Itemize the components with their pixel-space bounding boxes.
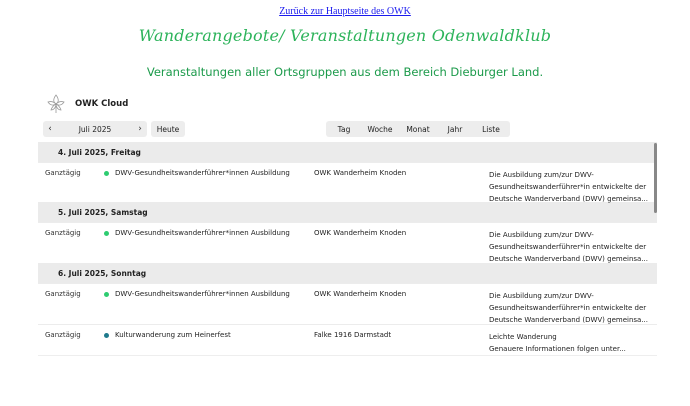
description-line: Die Ausbildung zum/zur DWV-: [489, 171, 594, 179]
event-color-dot-icon: [104, 292, 109, 297]
day-header: 5. Juli 2025, Samstag: [38, 202, 657, 222]
view-year-button[interactable]: Jahr: [438, 121, 472, 137]
event-row[interactable]: Ganztägig DWV-Gesundheitswanderführer*in…: [38, 222, 657, 263]
description-line: Gesundheitswanderführer*in entwickelte d…: [489, 243, 647, 251]
event-time: Ganztägig: [45, 229, 81, 237]
chevron-left-icon[interactable]: ‹: [43, 124, 57, 134]
event-time: Ganztägig: [45, 331, 81, 339]
scrollbar-thumb[interactable]: [654, 143, 657, 213]
calendar-name: OWK Cloud: [75, 99, 129, 109]
event-list[interactable]: 4. Juli 2025, Freitag Ganztägig DWV-Gesu…: [38, 142, 657, 356]
view-day-button[interactable]: Tag: [326, 121, 362, 137]
event-description: Die Ausbildung zum/zur DWV- Gesundheitsw…: [489, 290, 652, 326]
event-title[interactable]: Kulturwanderung zum Heinerfest: [115, 331, 231, 339]
description-line: Deutsche Wanderverband (DWV) gemeinsa...: [489, 195, 648, 203]
description-line: Leichte Wanderung: [489, 333, 557, 341]
calendar-header: OWK Cloud: [45, 92, 128, 116]
event-location: OWK Wanderheim Knoden: [314, 169, 407, 177]
view-list-button[interactable]: Liste: [472, 121, 510, 137]
event-description: Leichte Wanderung Genauere Informationen…: [489, 331, 652, 355]
event-description: Die Ausbildung zum/zur DWV- Gesundheitsw…: [489, 169, 652, 205]
view-month-button[interactable]: Monat: [398, 121, 438, 137]
event-title[interactable]: DWV-Gesundheitswanderführer*innen Ausbil…: [115, 290, 290, 298]
event-color-dot-icon: [104, 231, 109, 236]
event-location: Falke 1916 Darmstadt: [314, 331, 392, 339]
event-location: OWK Wanderheim Knoden: [314, 290, 407, 298]
event-color-dot-icon: [104, 333, 109, 338]
description-line: Gesundheitswanderführer*in entwickelte d…: [489, 304, 647, 312]
description-line: Die Ausbildung zum/zur DWV-: [489, 292, 594, 300]
event-row[interactable]: Ganztägig Kulturwanderung zum Heinerfest…: [38, 324, 657, 355]
page-subtitle: Veranstaltungen aller Ortsgruppen aus de…: [146, 65, 544, 79]
event-time: Ganztägig: [45, 290, 81, 298]
today-button[interactable]: Heute: [151, 121, 185, 137]
description-line: Gesundheitswanderführer*in entwickelte d…: [489, 183, 647, 191]
event-title[interactable]: DWV-Gesundheitswanderführer*innen Ausbil…: [115, 229, 290, 237]
description-line: Die Ausbildung zum/zur DWV-: [489, 231, 594, 239]
day-header: 4. Juli 2025, Freitag: [38, 142, 657, 162]
day-header: 6. Juli 2025, Sonntag: [38, 263, 657, 283]
event-row[interactable]: Ganztägig DWV-Gesundheitswanderführer*in…: [38, 283, 657, 324]
event-color-dot-icon: [104, 171, 109, 176]
view-week-button[interactable]: Woche: [362, 121, 398, 137]
month-navigator: ‹ Juli 2025 ›: [43, 121, 147, 137]
event-row[interactable]: Ganztägig DWV-Gesundheitswanderführer*in…: [38, 162, 657, 205]
page-title: Wanderangebote/ Veranstaltungen Odenwald…: [138, 26, 552, 45]
event-description: Die Ausbildung zum/zur DWV- Gesundheitsw…: [489, 229, 652, 265]
chevron-right-icon[interactable]: ›: [133, 124, 147, 134]
view-switcher: Tag Woche Monat Jahr Liste: [326, 121, 510, 137]
event-time: Ganztägig: [45, 169, 81, 177]
event-location: OWK Wanderheim Knoden: [314, 229, 407, 237]
event-title[interactable]: DWV-Gesundheitswanderführer*innen Ausbil…: [115, 169, 290, 177]
description-line: Genauere Informationen folgen unter...: [489, 345, 626, 353]
current-month-label[interactable]: Juli 2025: [57, 125, 133, 134]
calendar-toolbar: ‹ Juli 2025 › Heute Tag Woche Monat Jahr…: [43, 121, 657, 137]
leaf-logo-icon: [47, 94, 65, 113]
description-line: Deutsche Wanderverband (DWV) gemeinsa...: [489, 255, 648, 263]
back-to-owk-link[interactable]: Zurück zur Hauptseite des OWK: [0, 6, 690, 17]
